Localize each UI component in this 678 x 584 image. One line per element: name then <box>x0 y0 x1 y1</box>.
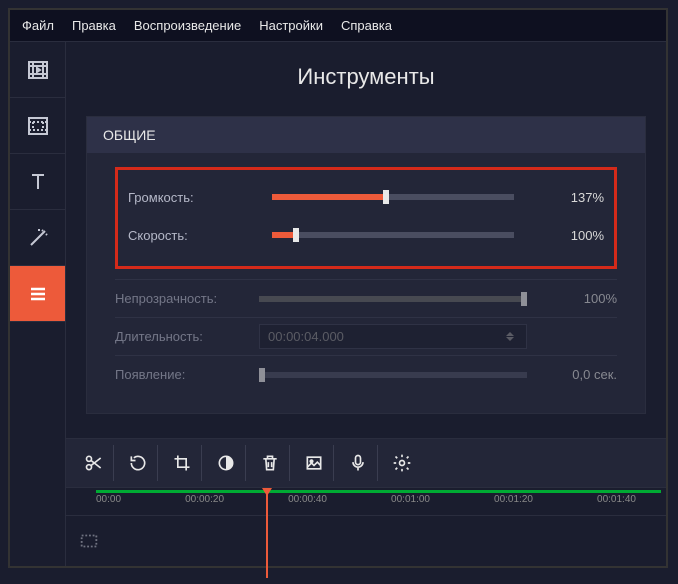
main-panel: Инструменты ОБЩИЕ Громкость: 137% <box>66 42 666 566</box>
tick-label: 00:01:40 <box>597 494 636 505</box>
clip-toolbar <box>66 438 666 488</box>
general-panel: ОБЩИЕ Громкость: 137% Скорость: <box>86 116 646 414</box>
duration-input[interactable]: 00:00:04.000 <box>259 324 527 349</box>
speed-slider[interactable] <box>272 232 514 238</box>
color-button[interactable] <box>206 445 246 481</box>
opacity-value: 100% <box>541 291 617 306</box>
menu-help[interactable]: Справка <box>341 18 392 33</box>
volume-label: Громкость: <box>128 190 258 205</box>
tick-label: 00:00 <box>96 494 121 505</box>
opacity-slider[interactable] <box>259 296 527 302</box>
menu-playback[interactable]: Воспроизведение <box>134 18 241 33</box>
scissors-icon <box>84 453 104 473</box>
menu-file[interactable]: Файл <box>22 18 54 33</box>
duration-row: Длительность: 00:00:04.000 <box>115 317 617 355</box>
crop-icon <box>172 453 192 473</box>
image-button[interactable] <box>294 445 334 481</box>
panel-heading: ОБЩИЕ <box>87 117 645 153</box>
sidebar-transitions-button[interactable] <box>10 98 65 154</box>
mic-icon <box>348 453 368 473</box>
mic-button[interactable] <box>338 445 378 481</box>
duration-label: Длительность: <box>115 329 245 344</box>
rotate-icon <box>128 453 148 473</box>
opacity-row: Непрозрачность: 100% <box>115 279 617 317</box>
volume-thumb[interactable] <box>383 190 389 204</box>
speed-row: Скорость: 100% <box>128 216 604 254</box>
timeline-ruler[interactable]: 00:00 00:00:20 00:00:40 00:01:00 00:01:2… <box>66 488 666 516</box>
gear-icon <box>392 453 412 473</box>
duration-spinner[interactable] <box>506 332 518 341</box>
sidebar <box>10 42 66 566</box>
track-icon <box>78 530 100 552</box>
volume-row: Громкость: 137% <box>128 178 604 216</box>
delete-button[interactable] <box>250 445 290 481</box>
image-icon <box>304 453 324 473</box>
trash-icon <box>260 453 280 473</box>
tick-label: 00:01:20 <box>494 494 533 505</box>
speed-thumb[interactable] <box>293 228 299 242</box>
appear-value: 0,0 сек. <box>541 367 617 382</box>
settings-button[interactable] <box>382 445 422 481</box>
transition-icon <box>26 114 50 138</box>
app-window: Файл Правка Воспроизведение Настройки Сп… <box>8 8 668 568</box>
panel-title: Инструменты <box>66 42 666 98</box>
duration-text: 00:00:04.000 <box>268 329 344 344</box>
speed-value: 100% <box>528 228 604 243</box>
sidebar-text-button[interactable] <box>10 154 65 210</box>
sidebar-more-button[interactable] <box>10 266 65 322</box>
volume-fill <box>272 194 386 200</box>
volume-slider[interactable] <box>272 194 514 200</box>
sidebar-media-button[interactable] <box>10 42 65 98</box>
menu-edit[interactable]: Правка <box>72 18 116 33</box>
appear-row: Появление: 0,0 сек. <box>115 355 617 393</box>
wand-icon <box>26 226 50 250</box>
menu-bar: Файл Правка Воспроизведение Настройки Сп… <box>10 10 666 42</box>
speed-label: Скорость: <box>128 228 258 243</box>
appear-thumb[interactable] <box>259 368 265 382</box>
sidebar-effects-button[interactable] <box>10 210 65 266</box>
appear-label: Появление: <box>115 367 245 382</box>
appear-slider[interactable] <box>259 372 527 378</box>
timeline-range <box>96 490 661 493</box>
content-area: Инструменты ОБЩИЕ Громкость: 137% <box>10 42 666 566</box>
film-icon <box>26 58 50 82</box>
menu-lines-icon <box>26 282 50 306</box>
opacity-thumb[interactable] <box>521 292 527 306</box>
highlight-box: Громкость: 137% Скорость: <box>115 167 617 269</box>
opacity-fill <box>259 296 527 302</box>
timeline[interactable]: 00:00 00:00:20 00:00:40 00:01:00 00:01:2… <box>66 488 666 566</box>
timeline-track[interactable] <box>66 516 666 566</box>
volume-value: 137% <box>528 190 604 205</box>
text-icon <box>26 170 50 194</box>
tick-label: 00:00:40 <box>288 494 327 505</box>
opacity-label: Непрозрачность: <box>115 291 245 306</box>
tick-label: 00:01:00 <box>391 494 430 505</box>
cut-button[interactable] <box>74 445 114 481</box>
rotate-button[interactable] <box>118 445 158 481</box>
tick-label: 00:00:20 <box>185 494 224 505</box>
menu-settings[interactable]: Настройки <box>259 18 323 33</box>
crop-button[interactable] <box>162 445 202 481</box>
playhead[interactable] <box>266 488 268 578</box>
contrast-icon <box>216 453 236 473</box>
